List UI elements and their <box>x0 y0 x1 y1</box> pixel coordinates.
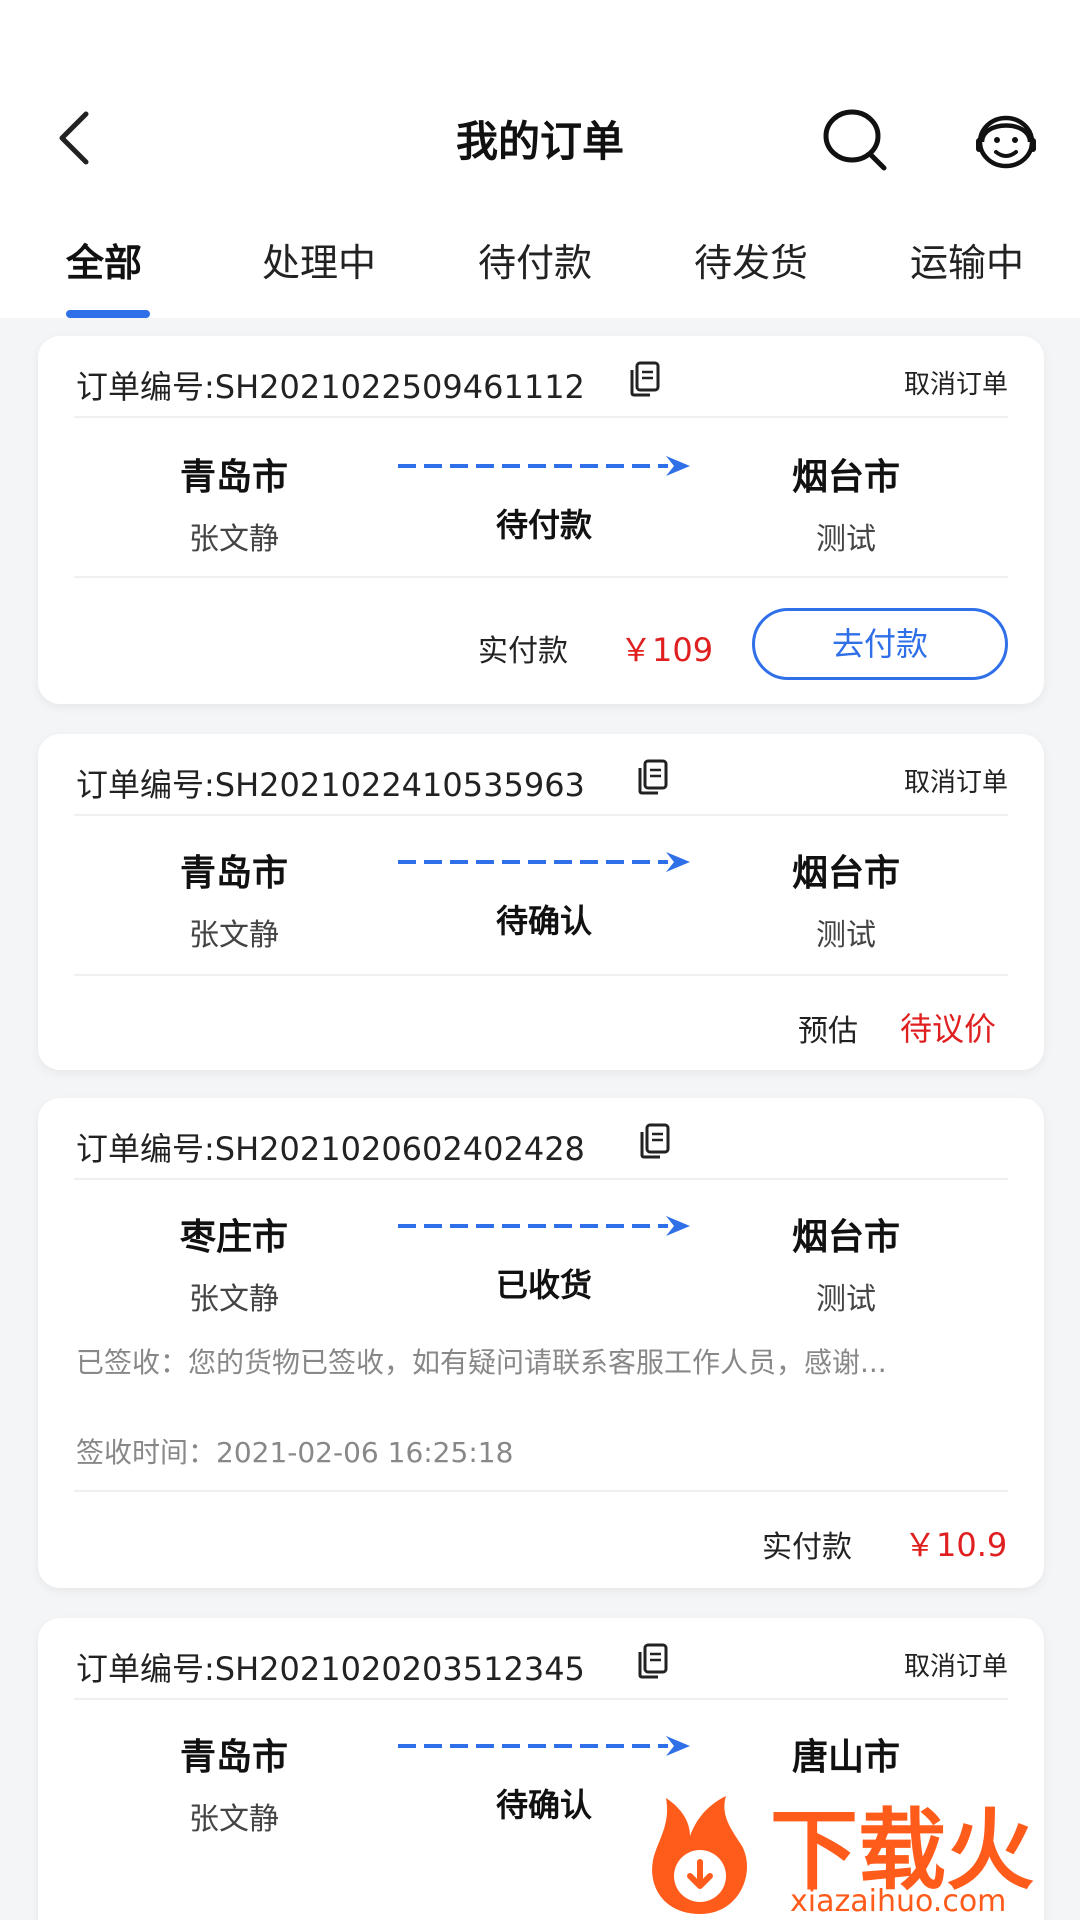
paid-amount: ￥10.9 <box>904 1526 1008 1564</box>
route-arrow-icon <box>398 852 690 872</box>
sender-name: 张文静 <box>189 918 279 953</box>
copy-icon[interactable] <box>636 1642 670 1680</box>
pay-now-button[interactable]: 去付款 <box>752 608 1008 680</box>
paid-amount-label: 实付款 <box>762 1530 852 1565</box>
receiver-name: 测试 <box>816 918 876 953</box>
order-card[interactable]: 订单编号:SH2021020602402428 枣庄市 张文静 已收货 烟台市 … <box>38 1098 1044 1588</box>
estimate-label: 预估 <box>798 1014 858 1049</box>
sender-name: 张文静 <box>189 1282 279 1317</box>
destination-city: 烟台市 <box>791 1217 900 1258</box>
cancel-order-link[interactable]: 取消订单 <box>904 364 1008 401</box>
copy-icon[interactable] <box>636 758 670 796</box>
watermark-logo: 下载火 xiazaihuo.com <box>640 1780 1080 1920</box>
order-number: 订单编号:SH2021020203512345 <box>76 1650 585 1688</box>
receiver-name: 测试 <box>816 522 876 557</box>
route-arrow-icon <box>398 1216 690 1236</box>
order-status: 待付款 <box>495 506 592 544</box>
route-arrow-icon <box>398 1736 690 1756</box>
sign-time: 签收时间：2021-02-06 16:25:18 <box>76 1436 514 1469</box>
active-tab-indicator <box>66 310 150 318</box>
sender-name: 张文静 <box>189 522 279 557</box>
origin-city: 青岛市 <box>179 1737 288 1778</box>
paid-amount-label: 实付款 <box>478 634 568 669</box>
cancel-order-link[interactable]: 取消订单 <box>904 762 1008 799</box>
divider <box>74 416 1008 418</box>
paid-amount: ￥109 <box>620 631 714 669</box>
page-title: 我的订单 <box>455 117 624 166</box>
cancel-order-link[interactable]: 取消订单 <box>904 1646 1008 1683</box>
order-status: 待确认 <box>495 902 592 940</box>
divider <box>74 1178 1008 1180</box>
origin-city: 青岛市 <box>179 853 288 894</box>
divider <box>74 1490 1008 1492</box>
order-number: 订单编号:SH2021022509461112 <box>76 368 585 406</box>
destination-city: 烟台市 <box>791 853 900 894</box>
app-header: 我的订单 全部 处理中 待付款 待发货 运输中 <box>0 0 1080 318</box>
tab-in-transit[interactable]: 运输中 <box>910 232 1024 287</box>
watermark-url: xiazaihuo.com <box>790 1884 1007 1919</box>
flame-logo-icon <box>652 1796 747 1914</box>
route-arrow-icon <box>398 456 690 476</box>
divider <box>74 1698 1008 1700</box>
sender-name: 张文静 <box>189 1802 279 1837</box>
copy-icon[interactable] <box>638 1122 672 1160</box>
tab-pending-shipment[interactable]: 待发货 <box>694 232 808 287</box>
origin-city: 枣庄市 <box>179 1217 288 1258</box>
tab-pending-payment[interactable]: 待付款 <box>478 232 592 287</box>
customer-service-icon[interactable] <box>970 104 1042 176</box>
order-card[interactable]: 订单编号:SH2021022410535963 取消订单 青岛市 张文静 待确认… <box>38 734 1044 1070</box>
order-card[interactable]: 订单编号:SH2021022509461112 取消订单 青岛市 张文静 待付款… <box>38 336 1044 704</box>
divider <box>74 814 1008 816</box>
tab-processing[interactable]: 处理中 <box>262 232 376 287</box>
order-number: 订单编号:SH2021022410535963 <box>76 766 585 804</box>
destination-city: 烟台市 <box>791 457 900 498</box>
order-status: 已收货 <box>495 1266 592 1304</box>
copy-icon[interactable] <box>628 360 662 398</box>
search-icon[interactable] <box>820 104 892 176</box>
destination-city: 唐山市 <box>791 1737 900 1778</box>
estimate-amount: 待议价 <box>900 1010 997 1048</box>
divider <box>74 974 1008 976</box>
origin-city: 青岛市 <box>179 457 288 498</box>
order-number: 订单编号:SH2021020602402428 <box>76 1130 585 1168</box>
order-tabs: 全部 处理中 待付款 待发货 运输中 <box>0 232 1080 318</box>
tab-all[interactable]: 全部 <box>66 232 142 287</box>
receiver-name: 测试 <box>816 1282 876 1317</box>
delivery-note: 已签收：您的货物已签收，如有疑问请联系客服工作人员，感谢... <box>76 1346 887 1379</box>
divider <box>74 576 1008 578</box>
